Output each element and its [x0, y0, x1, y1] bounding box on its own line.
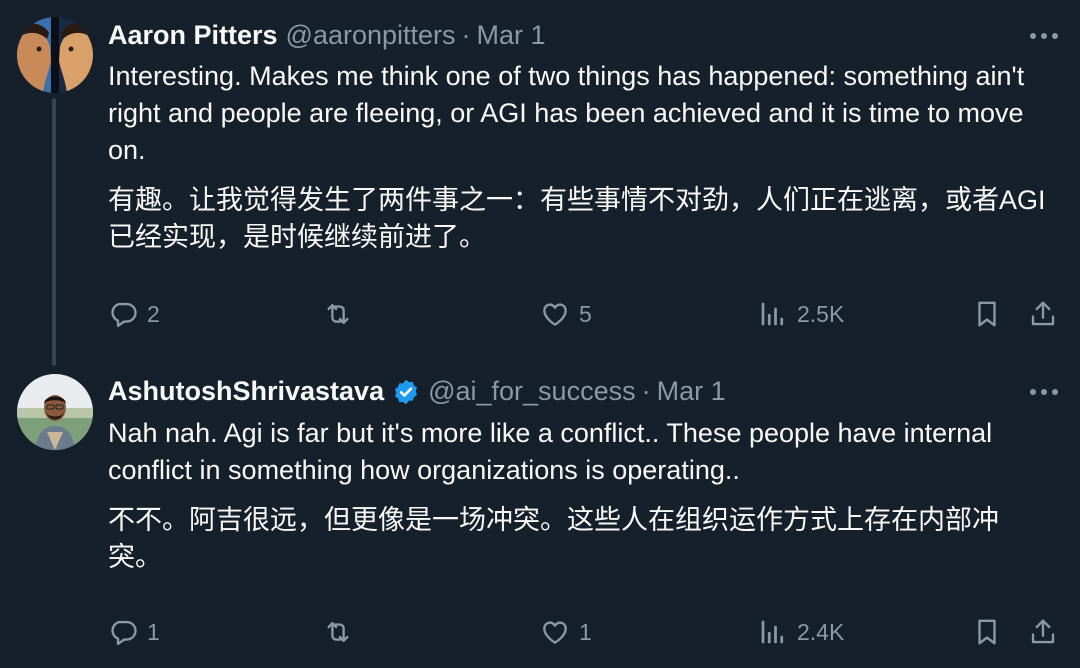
- repost-button[interactable]: [323, 612, 362, 652]
- repost-icon: [327, 622, 349, 642]
- author-handle[interactable]: @aaronpitters: [286, 20, 456, 51]
- avatar[interactable]: [17, 374, 93, 450]
- tweet-header: AshutoshShrivastava @ai_for_success · Ma…: [108, 376, 1000, 407]
- view-count: 2.4K: [797, 618, 845, 645]
- views-button[interactable]: 2.5K: [758, 294, 844, 334]
- reply-icon: [111, 302, 137, 328]
- repost-button[interactable]: [323, 294, 362, 334]
- views-icon: [761, 302, 784, 326]
- tweet-date[interactable]: Mar 1: [657, 376, 726, 407]
- like-button[interactable]: 1: [540, 612, 592, 652]
- reply-count: 1: [147, 618, 160, 645]
- tweet-text: Nah nah. Agi is far but it's more like a…: [108, 415, 1052, 576]
- like-count: 5: [579, 300, 592, 327]
- share-button[interactable]: [1028, 612, 1058, 652]
- author-handle[interactable]: @ai_for_success: [428, 376, 636, 407]
- reply-button[interactable]: 1: [108, 612, 160, 652]
- tweet-text-chinese: 有趣。让我觉得发生了两件事之一：有些事情不对劲，人们正在逃离，或者AGI已经实现…: [108, 185, 1046, 252]
- like-count: 1: [579, 618, 592, 645]
- views-icon: [761, 620, 784, 644]
- repost-icon: [327, 304, 349, 324]
- bookmark-icon: [978, 301, 996, 327]
- tweet-text-chinese: 不不。阿吉很远，但更像是一场冲突。这些人在组织运作方式上存在内部冲突。: [108, 505, 999, 572]
- tweet[interactable]: AshutoshShrivastava @ai_for_success · Ma…: [0, 360, 1080, 668]
- like-button[interactable]: 5: [540, 294, 592, 334]
- reply-count: 2: [147, 300, 160, 327]
- tweet-header: Aaron Pitters @aaronpitters · Mar 1: [108, 20, 1000, 51]
- tweet[interactable]: Aaron Pitters @aaronpitters · Mar 1 Inte…: [0, 0, 1080, 366]
- tweet-actions: 2 5 2.5K: [108, 294, 1060, 334]
- tweet-text: Interesting. Makes me think one of two t…: [108, 58, 1052, 256]
- more-icon[interactable]: [1030, 32, 1058, 40]
- share-icon: [1031, 301, 1055, 326]
- tweet-date[interactable]: Mar 1: [477, 20, 546, 51]
- thread-connector-line: [52, 98, 56, 366]
- like-icon: [543, 303, 567, 326]
- bookmark-button[interactable]: [972, 612, 1002, 652]
- more-icon[interactable]: [1030, 388, 1058, 396]
- share-button[interactable]: [1028, 294, 1058, 334]
- avatar[interactable]: [17, 17, 93, 93]
- tweet-actions: 1 1 2.4K: [108, 612, 1060, 652]
- tweet-text-english: Interesting. Makes me think one of two t…: [108, 61, 1025, 165]
- like-icon: [543, 621, 567, 644]
- views-button[interactable]: 2.4K: [758, 612, 844, 652]
- view-count: 2.5K: [797, 300, 845, 327]
- verified-badge-icon[interactable]: [392, 378, 420, 406]
- separator-dot: ·: [461, 20, 471, 50]
- author-name[interactable]: AshutoshShrivastava: [108, 376, 384, 407]
- share-icon: [1031, 619, 1055, 644]
- separator-dot: ·: [641, 376, 651, 406]
- reply-icon: [111, 620, 137, 646]
- bookmark-button[interactable]: [972, 294, 1002, 334]
- tweet-text-english: Nah nah. Agi is far but it's more like a…: [108, 418, 993, 485]
- reply-button[interactable]: 2: [108, 294, 160, 334]
- author-name[interactable]: Aaron Pitters: [108, 20, 278, 51]
- bookmark-icon: [978, 619, 996, 645]
